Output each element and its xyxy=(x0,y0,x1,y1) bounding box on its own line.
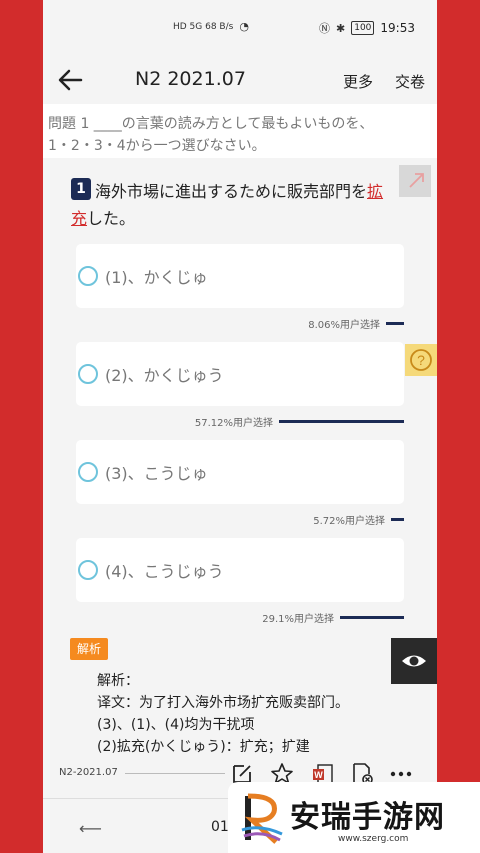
svg-text:?: ? xyxy=(417,352,425,368)
nfc-icon: Ⓝ xyxy=(319,22,330,35)
watermark-text: 安瑞手游网 xyxy=(290,800,445,835)
watermark-url: www.szerg.com xyxy=(338,834,409,844)
option-4[interactable]: (4)、こうじゅう xyxy=(76,538,404,602)
option-label: (3)、こうじゅ xyxy=(105,464,208,483)
option-4-stat: 29.1%用户选择 xyxy=(262,610,404,625)
option-3[interactable]: (3)、こうじゅ xyxy=(76,440,404,504)
instruction-line-1: 問題 1 ____の言葉の読み方として最もよいものを、 xyxy=(48,116,374,132)
stat-bar xyxy=(279,419,404,423)
question-text-line2: 充した。 xyxy=(71,205,135,229)
header: N2 2021.07 更多 交卷 xyxy=(43,58,437,104)
target-word-part2: 充 xyxy=(71,209,88,228)
eye-icon[interactable] xyxy=(391,638,437,684)
share-icon[interactable] xyxy=(399,165,431,197)
option-label: (4)、こうじゅう xyxy=(105,562,224,581)
option-2[interactable]: (2)、かくじゅう xyxy=(76,342,404,406)
prev-page-icon[interactable]: ⟵ xyxy=(79,819,102,838)
question-number: 1 xyxy=(71,178,91,200)
bluetooth-icon: ✱ xyxy=(336,21,346,35)
stat-text: 8.06%用户选择 xyxy=(308,319,380,331)
stat-text: 57.12%用户选择 xyxy=(194,417,273,429)
option-1[interactable]: (1)、かくじゅ xyxy=(76,244,404,308)
radio-icon[interactable] xyxy=(78,364,98,384)
status-right: Ⓝ ✱ 100 19:53 xyxy=(319,20,415,36)
clock: 19:53 xyxy=(380,21,415,35)
network-status: HD 5G 68 B/s xyxy=(173,21,234,32)
option-1-stat: 8.06%用户选择 xyxy=(308,316,404,331)
option-label: (1)、かくじゅ xyxy=(105,268,208,287)
explanation-badge: 解析 xyxy=(70,638,108,660)
divider xyxy=(125,773,225,774)
watermark-logo-icon xyxy=(241,793,283,844)
reference-label: N2-2021.07 xyxy=(59,767,118,778)
stat-bar xyxy=(340,615,404,619)
wifi-icon: ◔ xyxy=(239,20,249,33)
stat-text: 29.1%用户选择 xyxy=(262,613,334,625)
more-button[interactable]: 更多 xyxy=(343,71,373,92)
instruction-line-2: 1・2・3・4から一つ選びなさい。 xyxy=(48,138,266,154)
explanation-line-2: 译文：为了打入海外市场扩充贩卖部门。 xyxy=(97,695,349,711)
option-label: (2)、かくじゅう xyxy=(105,366,224,385)
radio-icon[interactable] xyxy=(78,266,98,286)
explanation-line-4: (2)拡充(かくじゅう)：扩充；扩建 xyxy=(97,739,310,755)
help-icon[interactable]: ? xyxy=(405,344,437,376)
question-text-before: 海外市場に進出するために販売部門を xyxy=(95,182,368,201)
svg-text:W: W xyxy=(314,770,323,780)
question-text-after: した。 xyxy=(87,209,136,228)
stat-bar xyxy=(391,517,404,521)
back-arrow-icon[interactable] xyxy=(55,64,87,96)
status-bar: HD 5G 68 B/s ◔ Ⓝ ✱ 100 19:53 xyxy=(43,0,437,58)
watermark: 安瑞手游网 www.szerg.com xyxy=(228,782,480,853)
explanation-line-3: (3)、(1)、(4)均为干扰项 xyxy=(97,717,255,733)
battery-icon: 100 xyxy=(351,21,375,35)
page-title: N2 2021.07 xyxy=(135,68,246,90)
question-text: 海外市場に進出するために販売部門を拡 xyxy=(95,178,383,202)
radio-icon[interactable] xyxy=(78,560,98,580)
option-3-stat: 5.72%用户选择 xyxy=(313,512,404,527)
app-screen: HD 5G 68 B/s ◔ Ⓝ ✱ 100 19:53 N2 2021.07 … xyxy=(43,0,437,853)
explanation-line-1: 解析： xyxy=(97,673,139,689)
stat-bar xyxy=(386,321,404,325)
question-instruction: 問題 1 ____の言葉の読み方として最もよいものを、 1・2・3・4から一つ選… xyxy=(43,104,437,158)
option-2-stat: 57.12%用户选择 xyxy=(194,414,404,429)
stat-text: 5.72%用户选择 xyxy=(313,515,385,527)
status-left: HD 5G 68 B/s ◔ xyxy=(173,20,249,33)
target-word-part1: 拡 xyxy=(367,182,384,201)
radio-icon[interactable] xyxy=(78,462,98,482)
submit-button[interactable]: 交卷 xyxy=(395,71,425,92)
